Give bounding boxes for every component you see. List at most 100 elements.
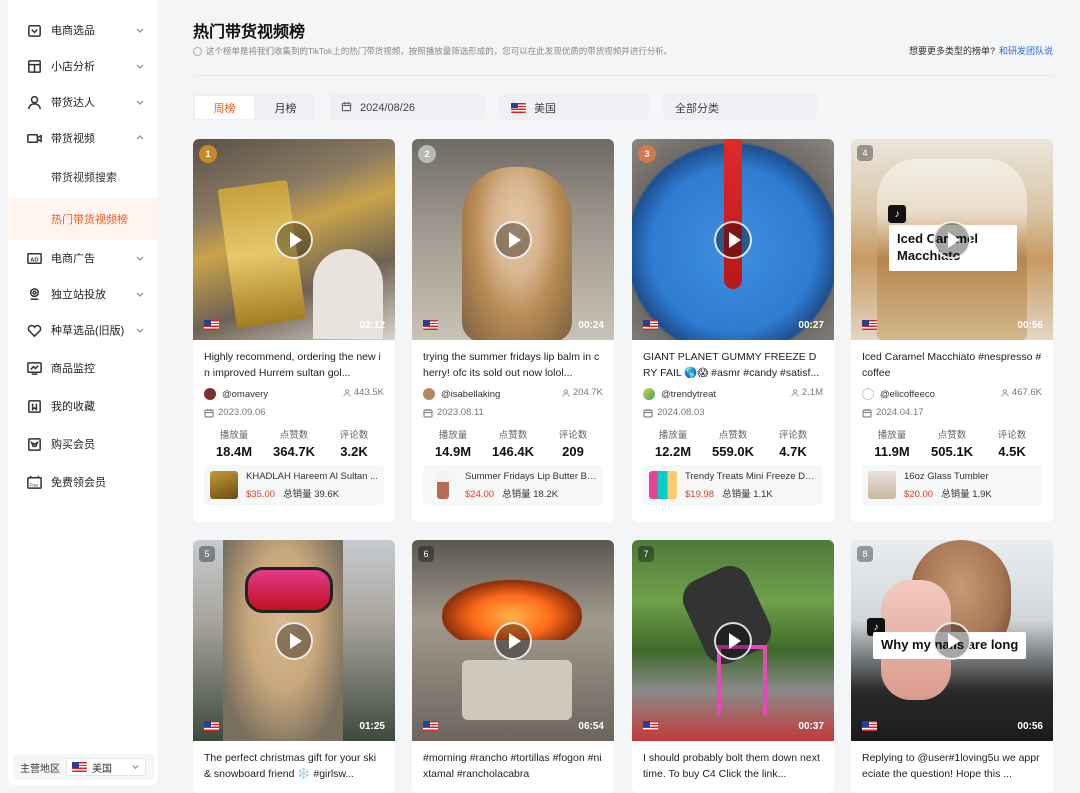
sidebar-item-product-monitor[interactable]: 商品监控 [8,350,158,386]
sidebar-item-product-selection[interactable]: 电商选品 [8,12,158,48]
sidebar-subitem-video-search[interactable]: 带货视频搜索 [8,156,158,198]
linked-product[interactable]: KHADLAH Hareem Al Sultan ... $35.00 总销量 3… [204,465,384,505]
more-prompt-text: 想要更多类型的榜单? [908,46,995,56]
main-content: 热门带货视频榜 这个榜单是将我们收集到的TikTok上的热门带货视频，按照播放量… [175,0,1072,793]
avatar [643,388,655,400]
region-value: 美国 [92,763,112,775]
author-handle[interactable]: @isabellaking [441,389,500,400]
video-title[interactable]: Highly recommend, ordering the new in im… [204,349,384,381]
sidebar-item-favorites[interactable]: 我的收藏 [8,388,158,424]
ad-icon: AD [25,249,43,267]
page-description: 这个榜单是将我们收集到的TikTok上的热门带货视频，按照播放量筛选形成的，您可… [193,45,672,57]
product-price: $35.00 [246,488,276,500]
linked-product[interactable]: 16oz Glass Tumbler $20.00 总销量 1.9K [862,465,1042,505]
date-picker[interactable]: 2024/08/26 [329,94,485,121]
chevron-down-icon [135,325,145,335]
us-flag-icon [423,721,438,731]
us-flag-icon [643,721,658,731]
video-title[interactable]: trying the summer fridays lip balm in ch… [423,349,603,381]
category-value: 全部分类 [675,102,719,115]
video-card[interactable]: 5 01:25 The perfect christmas gift for y… [193,540,395,793]
author-handle[interactable]: @elicoffeeco [880,389,935,400]
product-name: Trendy Treats Mini Freeze Dri... [685,470,817,482]
video-duration: 06:54 [578,721,604,732]
calendar-icon [862,408,872,418]
category-select[interactable]: 全部分类 [663,94,817,121]
sidebar-item-independent-site[interactable]: 独立站投放 [8,276,158,312]
video-thumbnail[interactable]: 7 00:37 [632,540,834,741]
video-title[interactable]: Iced Caramel Macchiato #nespresso #coffe… [862,349,1042,381]
comments-label: 评论数 [997,430,1027,441]
play-icon[interactable] [714,220,752,259]
play-icon[interactable] [275,220,313,259]
avatar [862,388,874,400]
video-thumbnail[interactable]: 3 00:27 [632,139,834,340]
video-card[interactable]: 6 06:54 #morning #rancho #tortillas #fog… [412,540,614,793]
comments-value: 209 [562,444,584,459]
play-icon[interactable] [933,220,971,259]
tab-weekly[interactable]: 周榜 [195,96,254,119]
play-icon[interactable] [714,621,752,660]
rank-badge: 8 [857,546,873,562]
author-handle[interactable]: @trendytreat [661,389,716,400]
video-duration: 00:24 [578,320,604,331]
plays-label: 播放量 [658,430,688,441]
video-card[interactable]: 1 02:12 Highly recommend, ordering the n… [193,139,395,522]
sidebar-item-label: 免费领会员 [51,477,106,489]
video-camera-icon [25,129,43,147]
video-thumbnail[interactable]: 5 01:25 [193,540,395,741]
followers-value: 443.5K [353,387,384,398]
plays-value: 18.4M [215,444,253,459]
region-bar: 主营地区 美国 [14,754,154,780]
video-thumbnail[interactable]: 1 02:12 [193,139,395,340]
product-price: $19.98 [685,488,715,500]
sidebar-subitem-hot-video-ranking[interactable]: 热门带货视频榜 [8,198,158,240]
chevron-down-icon [135,253,145,263]
play-icon[interactable] [275,621,313,660]
video-title[interactable]: GIANT PLANET GUMMY FREEZE DRY FAIL 🌎😱 #a… [643,349,823,381]
person-icon [562,388,570,397]
video-card[interactable]: ♪ Why my nails are long 8 00:56 Replying… [851,540,1053,793]
region-select[interactable]: 美国 [66,758,146,776]
sidebar-item-seeding-legacy[interactable]: 种草选品(旧版) [8,312,158,348]
sidebar-item-ecommerce-ads[interactable]: AD 电商广告 [8,240,158,276]
followers-value: 467.6K [1011,387,1042,398]
sidebar-item-free-membership[interactable]: Free 免费领会员 [8,464,158,500]
video-card[interactable]: ♪ Iced Caramel Macchiato 4 00:56 Iced Ca… [851,139,1053,522]
play-icon[interactable] [494,220,532,259]
person-icon [343,388,351,397]
video-duration: 01:25 [359,721,385,732]
video-title[interactable]: Replying to @user#1loving5u we appreciat… [862,750,1042,782]
linked-product[interactable]: Summer Fridays Lip Butter Ba... $24.00 总销… [423,465,603,505]
tab-monthly[interactable]: 月榜 [256,94,315,121]
video-card[interactable]: 2 00:24 trying the summer fridays lip ba… [412,139,614,522]
us-flag-icon [72,762,87,772]
video-thumbnail[interactable]: ♪ Iced Caramel Macchiato 4 00:56 [851,139,1053,340]
video-thumbnail[interactable]: ♪ Why my nails are long 8 00:56 [851,540,1053,741]
video-title[interactable]: I should probably bolt them down next ti… [643,750,823,782]
play-icon[interactable] [494,621,532,660]
contact-dev-team-link[interactable]: 和研发团队说 [999,46,1053,56]
bookmark-icon [25,397,43,415]
country-select[interactable]: 美国 [499,94,649,121]
video-title[interactable]: The perfect christmas gift for your ski … [204,750,384,782]
plays-value: 11.9M [874,444,910,459]
video-stats: 播放量 12.2M 点赞数 559.0K 评论数 4.7K [643,427,823,459]
author-handle[interactable]: @omavery [222,389,268,400]
play-icon[interactable] [933,621,971,660]
sidebar-item-influencers[interactable]: 带货达人 [8,84,158,120]
video-thumbnail[interactable]: 6 06:54 [412,540,614,741]
video-thumbnail[interactable]: 2 00:24 [412,139,614,340]
sidebar-item-videos[interactable]: 带货视频 [8,120,158,156]
calendar-icon [643,408,653,418]
sales-label: 总销量 [941,488,970,500]
avatar [204,388,216,400]
linked-product[interactable]: Trendy Treats Mini Freeze Dri... $19.98 总… [643,465,823,505]
comments-label: 评论数 [778,430,808,441]
video-card[interactable]: 7 00:37 I should probably bolt them down… [632,540,834,793]
sidebar-item-store-analysis[interactable]: 小店分析 [8,48,158,84]
video-card[interactable]: 3 00:27 GIANT PLANET GUMMY FREEZE DRY FA… [632,139,834,522]
video-title[interactable]: #morning #rancho #tortillas #fogon #nixt… [423,750,603,782]
sidebar-item-buy-membership[interactable]: 购买会员 [8,426,158,462]
ski-goggles-image [245,567,333,613]
